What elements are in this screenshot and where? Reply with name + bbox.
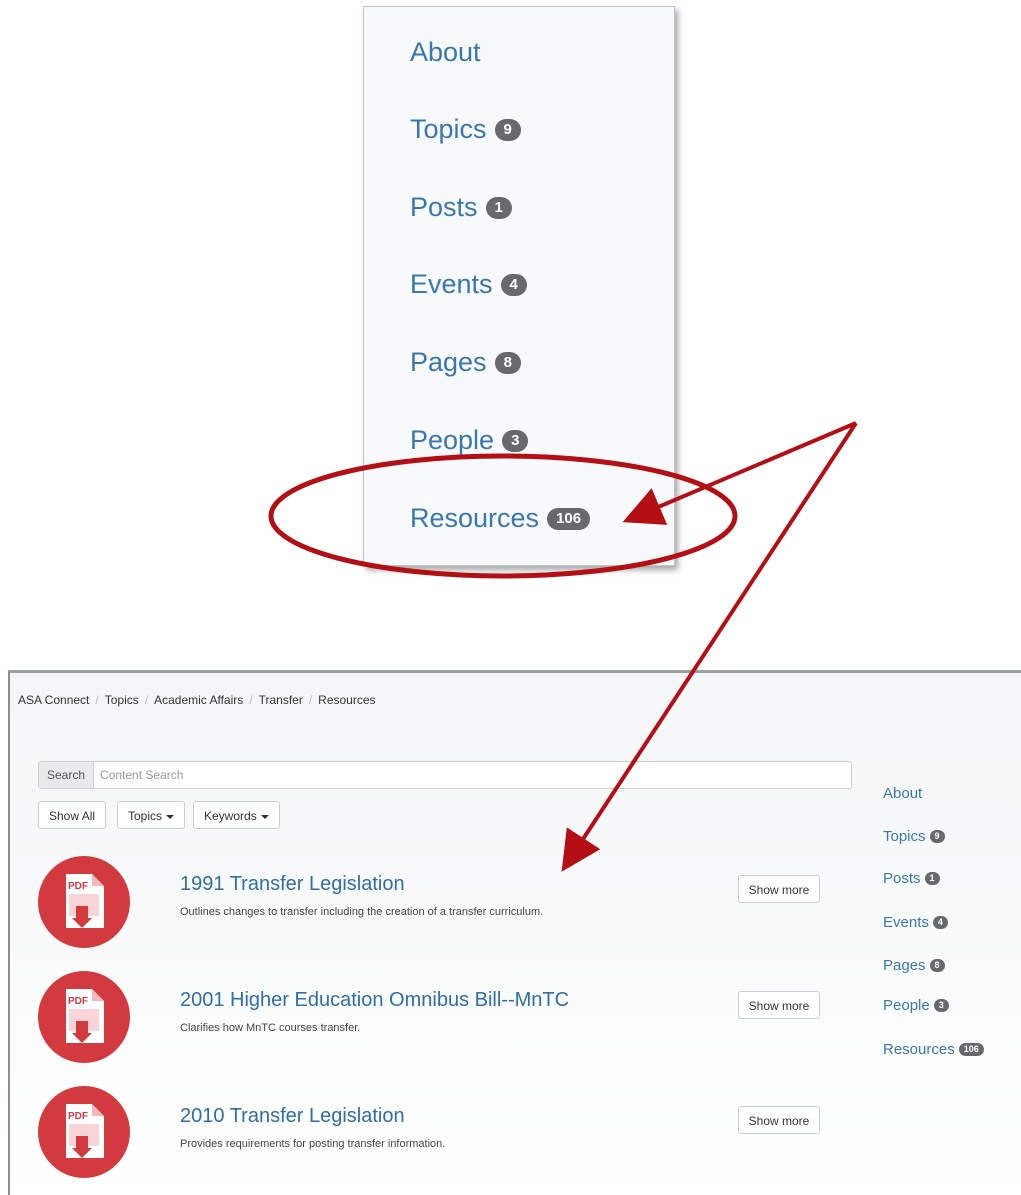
- sidebar-item-people[interactable]: People 3: [883, 997, 949, 1014]
- show-all-label: Show All: [49, 809, 96, 823]
- pdf-icon-label: PDF: [68, 1111, 88, 1122]
- topics-dropdown-button[interactable]: Topics: [117, 801, 186, 829]
- count-badge: 4: [500, 273, 527, 296]
- count-badge: 8: [494, 351, 521, 374]
- breadcrumb-item[interactable]: Academic Affairs: [154, 693, 243, 707]
- sidebar-item-label: Pages: [883, 957, 926, 974]
- sidebar-item-resources[interactable]: Resources 106: [883, 1041, 984, 1058]
- breadcrumb-item[interactable]: ASA Connect: [18, 693, 89, 707]
- resource-title-link[interactable]: 2010 Transfer Legislation: [180, 1105, 405, 1128]
- show-more-button[interactable]: Show more: [738, 991, 820, 1019]
- caret-down-icon: [260, 814, 269, 819]
- zoom-menu-item-events[interactable]: Events 4: [410, 269, 527, 300]
- breadcrumb-separator: /: [144, 693, 149, 707]
- sidebar-item-label: Posts: [883, 870, 921, 887]
- zoom-menu-item-resources[interactable]: Resources 106: [410, 503, 591, 534]
- count-badge: 106: [958, 1043, 984, 1056]
- sidebar-item-label: People: [883, 997, 930, 1014]
- zoom-menu-item-pages[interactable]: Pages 8: [410, 347, 521, 378]
- zoom-menu-label: Topics: [410, 114, 487, 144]
- breadcrumb-separator: /: [308, 693, 313, 707]
- search-label[interactable]: Search: [39, 762, 95, 788]
- resource-description: Clarifies how MnTC courses transfer.: [180, 1022, 361, 1034]
- sidebar-item-topics[interactable]: Topics 9: [883, 828, 945, 845]
- resource-title-link[interactable]: 1991 Transfer Legislation: [180, 873, 405, 896]
- show-more-button[interactable]: Show more: [738, 1106, 820, 1134]
- resource-description: Provides requirements for posting transf…: [180, 1138, 446, 1150]
- show-more-button[interactable]: Show more: [738, 875, 820, 903]
- sidebar-item-events[interactable]: Events 4: [883, 914, 948, 931]
- breadcrumb-separator: /: [95, 693, 99, 707]
- keywords-label: Keywords: [204, 809, 257, 823]
- zoom-menu-label: People: [410, 425, 495, 455]
- zoom-menu-label: Resources: [410, 503, 540, 533]
- resources-page-screenshot: ASA Connect / Topics / Academic Affairs / T…: [8, 670, 1021, 1195]
- breadcrumb-current: Resources: [318, 693, 376, 707]
- sidebar-item-label: Events: [883, 914, 929, 931]
- count-badge: 106: [547, 507, 591, 530]
- show-all-button[interactable]: Show All: [38, 801, 107, 829]
- pdf-icon-label: PDF: [68, 996, 88, 1007]
- zoom-menu-label: Pages: [410, 347, 487, 377]
- resource-description: Outlines changes to transfer including t…: [180, 906, 544, 918]
- count-badge: 4: [932, 916, 948, 929]
- breadcrumb-item[interactable]: Topics: [105, 693, 139, 707]
- zoom-menu-item-topics[interactable]: Topics 9: [410, 114, 521, 145]
- zoom-menu-item-about[interactable]: About: [410, 37, 481, 68]
- caret-down-icon: [166, 814, 175, 819]
- keywords-dropdown-button[interactable]: Keywords: [193, 801, 280, 829]
- zoom-menu-item-posts[interactable]: Posts 1: [410, 192, 512, 223]
- count-badge: 9: [494, 118, 521, 141]
- search-input[interactable]: [94, 762, 851, 788]
- resource-title-link[interactable]: 2001 Higher Education Omnibus Bill--MnTC: [180, 989, 569, 1012]
- count-badge: 8: [929, 959, 945, 972]
- count-badge: 1: [924, 872, 940, 885]
- pdf-icon[interactable]: PDF: [38, 971, 130, 1063]
- sidebar-item-pages[interactable]: Pages 8: [883, 957, 945, 974]
- breadcrumb: ASA Connect / Topics / Academic Affairs / T…: [18, 693, 376, 707]
- count-badge: 3: [502, 429, 529, 452]
- sidebar-item-label: Topics: [883, 828, 926, 845]
- zoom-menu-label: About: [410, 37, 481, 67]
- zoom-menu-label: Posts: [410, 192, 478, 222]
- pdf-icon[interactable]: PDF: [38, 856, 130, 948]
- sidebar-item-label: About: [883, 785, 923, 802]
- sidebar-item-label: Resources: [883, 1041, 955, 1058]
- sidebar-item-posts[interactable]: Posts 1: [883, 870, 940, 887]
- zoomed-nav-menu: About Topics 9 Posts 1 Events 4 Pages 8 Peop…: [363, 6, 675, 566]
- zoom-menu-item-people[interactable]: People 3: [410, 425, 529, 456]
- count-badge: 1: [485, 196, 512, 219]
- breadcrumb-item[interactable]: Transfer: [259, 693, 303, 707]
- search-group: Search: [38, 761, 852, 789]
- breadcrumb-separator: /: [249, 693, 253, 707]
- pdf-icon[interactable]: PDF: [38, 1086, 130, 1178]
- count-badge: 3: [933, 999, 949, 1012]
- count-badge: 9: [929, 830, 945, 843]
- topics-label: Topics: [128, 809, 163, 823]
- zoom-menu-label: Events: [410, 269, 493, 299]
- sidebar-item-about[interactable]: About: [883, 785, 922, 802]
- pdf-icon-label: PDF: [68, 881, 88, 892]
